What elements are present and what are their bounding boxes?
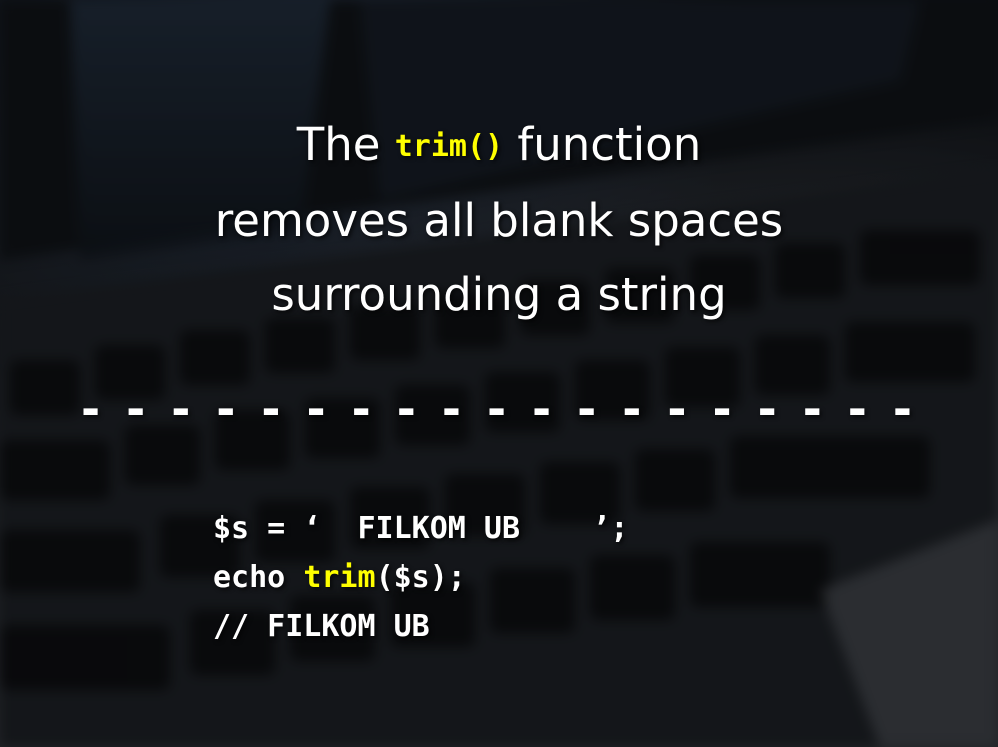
dashed-separator: - - - - - - - - - - - - - - - - - - - — [80, 382, 917, 436]
code-example: $s = ‘ FILKOM UB ’; echo trim($s); // FI… — [213, 504, 628, 651]
code-line-2: echo trim($s); — [213, 553, 628, 602]
code-args: ($s); — [375, 560, 466, 595]
code-line-1: $s = ‘ FILKOM UB ’; — [213, 511, 629, 546]
function-name-highlight: trim() — [394, 129, 504, 164]
title-line-3: surrounding a string — [271, 268, 727, 321]
code-trim-highlight: trim — [303, 560, 376, 595]
title-line-1-after: function — [503, 118, 702, 171]
code-line-3: // FILKOM UB — [213, 609, 430, 644]
title-line-1: The trim() function — [0, 108, 998, 184]
title-line-1-before: The — [296, 118, 395, 171]
title-line-2: removes all blank spaces — [214, 194, 784, 247]
slide-title: The trim() function removes all blank sp… — [0, 108, 998, 332]
code-echo: echo — [213, 560, 304, 595]
